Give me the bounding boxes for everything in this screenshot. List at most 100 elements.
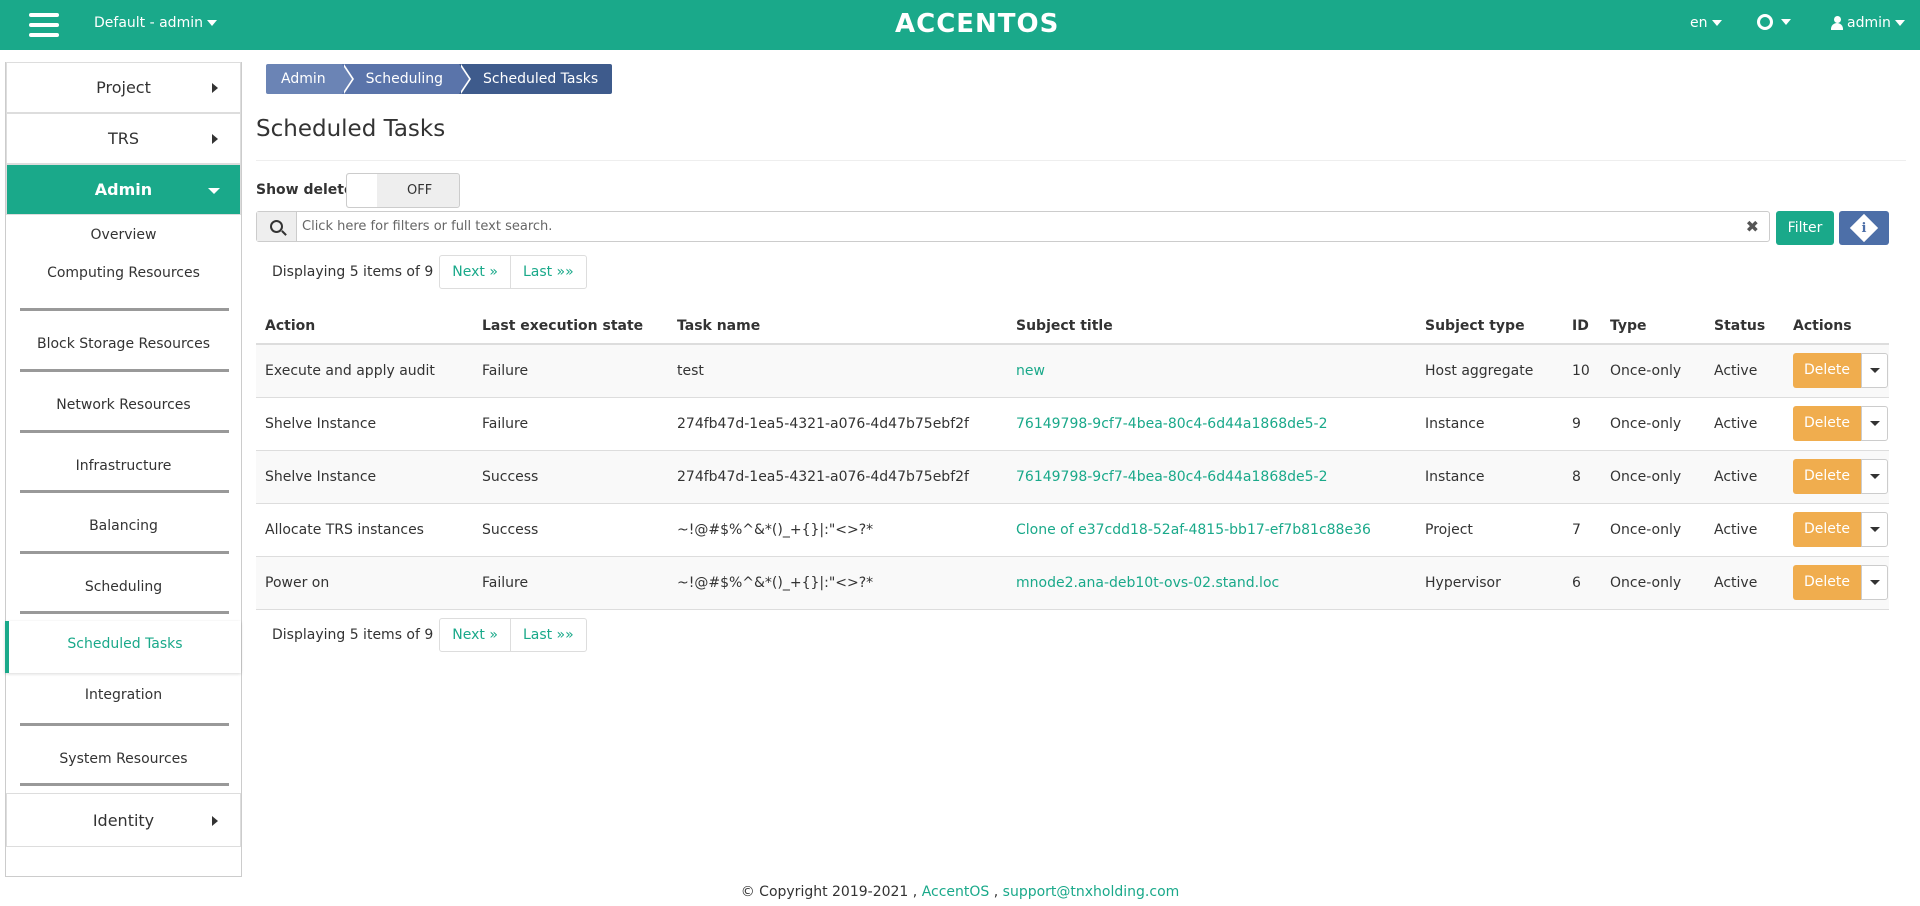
sidebar-item-computing-resources[interactable]: Computing Resources — [6, 257, 241, 318]
divider — [256, 160, 1906, 161]
cell-action: Execute and apply audit — [256, 343, 473, 397]
sidebar-item-label: System Resources — [59, 751, 188, 767]
row-actions-dropdown[interactable] — [1861, 512, 1888, 547]
sidebar-item-balancing[interactable]: Balancing — [6, 500, 241, 561]
delete-button[interactable]: Delete — [1793, 459, 1861, 494]
row-actions-dropdown[interactable] — [1861, 353, 1888, 389]
row-actions-dropdown[interactable] — [1861, 459, 1888, 494]
user-menu[interactable]: admin — [1831, 15, 1905, 31]
toggle-knob — [347, 174, 377, 207]
column-header: Last execution state — [473, 308, 668, 345]
cell-state: Success — [473, 502, 668, 556]
sidebar-section-trs[interactable]: TRS — [6, 113, 241, 164]
info-button[interactable]: i — [1839, 211, 1889, 245]
cell-id: 7 — [1563, 502, 1601, 556]
column-header: Type — [1601, 308, 1705, 345]
sidebar-item-label: Scheduling — [84, 579, 163, 595]
breadcrumb-label: Scheduled Tasks — [483, 71, 599, 87]
cell-subject-type: Instance — [1416, 449, 1563, 503]
row-actions-dropdown[interactable] — [1861, 406, 1888, 441]
page-title: Scheduled Tasks — [256, 116, 446, 142]
cell-type: Once-only — [1601, 502, 1705, 556]
chevron-down-icon — [1894, 20, 1905, 26]
subject-link[interactable]: new — [1016, 363, 1045, 379]
breadcrumb-separator — [341, 64, 352, 94]
info-icon: i — [1849, 213, 1879, 243]
sidebar-item-system-resources[interactable]: System Resources — [6, 733, 241, 793]
menu-icon[interactable] — [29, 13, 59, 37]
cell-state: Failure — [473, 555, 668, 610]
cell-type: Once-only — [1601, 343, 1705, 397]
sidebar-item-scheduled-tasks[interactable]: Scheduled Tasks — [5, 621, 241, 673]
chevron-down-icon — [1711, 20, 1722, 26]
sidebar-item-scheduling[interactable]: Scheduling — [6, 561, 241, 621]
sidebar-item-infrastructure[interactable]: Infrastructure — [6, 440, 241, 500]
breadcrumb-admin[interactable]: Admin — [266, 64, 354, 94]
cell-type: Once-only — [1601, 396, 1705, 450]
sidebar-item-integration[interactable]: Integration — [6, 673, 241, 733]
search-button[interactable] — [257, 212, 297, 241]
table-row: Execute and apply audit Failure test new… — [256, 343, 1889, 397]
search-input[interactable] — [302, 216, 1722, 237]
column-header: Action — [256, 308, 473, 345]
footer: © Copyright 2019-2021 , AccentOS , suppo… — [0, 884, 1920, 900]
pagination-bottom: Displaying 5 items of 9 Next » Last »» — [272, 618, 587, 652]
cell-status: Active — [1705, 396, 1784, 450]
sidebar-item-label: Balancing — [89, 518, 158, 534]
row-actions-dropdown[interactable] — [1861, 565, 1888, 600]
delete-button[interactable]: Delete — [1793, 353, 1861, 389]
sidebar-section-label: Project — [96, 78, 151, 97]
delete-button[interactable]: Delete — [1793, 406, 1861, 441]
column-header: Subject title — [1007, 308, 1416, 345]
user-icon — [1831, 16, 1843, 30]
delete-button[interactable]: Delete — [1793, 512, 1861, 547]
support-email-link[interactable]: support@tnxholding.com — [1003, 884, 1180, 900]
copyright-text: © Copyright 2019-2021 , — [740, 884, 922, 900]
next-page-link[interactable]: Next » — [440, 256, 510, 288]
subject-link[interactable]: mnode2.ana-deb10t-ovs-02.stand.loc — [1016, 575, 1279, 591]
toggle-state: OFF — [407, 183, 433, 198]
subject-link[interactable]: 76149798-9cf7-4bea-80c4-6d44a1868de5-2 — [1016, 469, 1328, 485]
sidebar-item-overview[interactable]: Overview — [6, 215, 241, 257]
sidebar-section-project[interactable]: Project — [6, 62, 241, 113]
show-deleted-toggle[interactable]: OFF — [346, 173, 460, 208]
column-header: Subject type — [1416, 308, 1563, 345]
sidebar-item-label: Overview — [90, 227, 157, 243]
breadcrumb-scheduling[interactable]: Scheduling — [341, 64, 471, 94]
breadcrumb-label: Admin — [281, 71, 326, 87]
cell-status: Active — [1705, 502, 1784, 556]
table-header-row: Action Last execution state Task name Su… — [256, 308, 1889, 345]
brand-link[interactable]: AccentOS — [922, 884, 990, 900]
cell-subject-type: Project — [1416, 502, 1563, 556]
cell-task-name: ~!@#$%^&*()_+{}|:"<>?* — [668, 502, 1007, 556]
cell-task-name: test — [668, 343, 1007, 397]
breadcrumb-label: Scheduling — [365, 71, 443, 87]
sidebar-item-block-storage[interactable]: Block Storage Resources — [6, 318, 241, 379]
cell-task-name: 274fb47d-1ea5-4321-a076-4d47b75ebf2f — [668, 396, 1007, 450]
subject-link[interactable]: Clone of e37cdd18-52af-4815-bb17-ef7b81c… — [1016, 522, 1371, 538]
pagination-summary: Displaying 5 items of 9 — [272, 627, 434, 643]
cell-status: Active — [1705, 449, 1784, 503]
divider — [20, 551, 229, 554]
settings-menu[interactable] — [1757, 14, 1791, 30]
chevron-right-icon — [212, 816, 218, 826]
filter-button[interactable]: Filter — [1776, 211, 1834, 245]
sidebar-item-label: Block Storage Resources — [36, 336, 211, 352]
gear-icon — [1757, 14, 1773, 30]
sidebar-section-label: Identity — [92, 810, 155, 830]
language-selector[interactable]: en — [1690, 15, 1722, 31]
next-page-link[interactable]: Next » — [440, 619, 510, 651]
delete-button[interactable]: Delete — [1793, 565, 1861, 600]
cell-subject-type: Hypervisor — [1416, 555, 1563, 610]
last-page-link[interactable]: Last »» — [509, 256, 586, 288]
breadcrumb-separator — [459, 64, 469, 94]
close-icon[interactable]: ✖ — [1746, 217, 1759, 236]
subject-link[interactable]: 76149798-9cf7-4bea-80c4-6d44a1868de5-2 — [1016, 416, 1328, 432]
sidebar-section-identity[interactable]: Identity — [6, 793, 241, 847]
column-header: Actions — [1784, 308, 1889, 345]
last-page-link[interactable]: Last »» — [509, 619, 586, 651]
project-selector[interactable]: Default - admin — [94, 15, 217, 31]
sidebar-item-network-resources[interactable]: Network Resources — [6, 379, 241, 440]
cell-state: Failure — [473, 343, 668, 397]
sidebar-section-admin[interactable]: Admin — [6, 164, 241, 215]
